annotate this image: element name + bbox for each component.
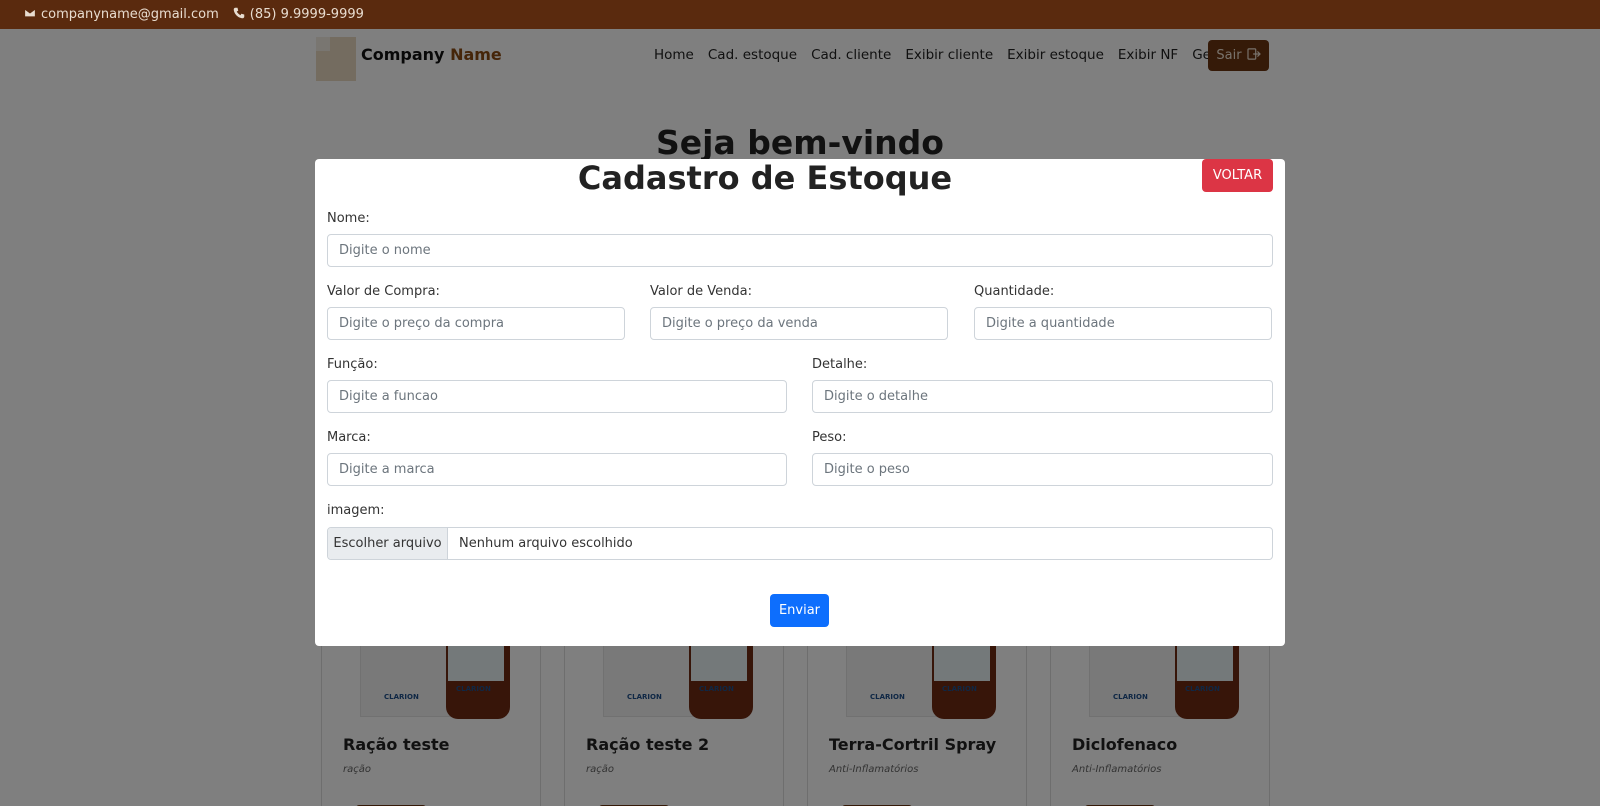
file-status: Nenhum arquivo escolhido <box>459 536 633 551</box>
mail-icon <box>24 7 36 23</box>
phone-icon <box>233 7 245 23</box>
peso-label: Peso: <box>812 430 847 445</box>
peso-input[interactable] <box>812 453 1273 486</box>
marca-label: Marca: <box>327 430 371 445</box>
valor-compra-label: Valor de Compra: <box>327 284 440 299</box>
top-contact-bar: companyname@gmail.com (85) 9.9999-9999 <box>0 0 1600 29</box>
valor-venda-input[interactable] <box>650 307 948 340</box>
funcao-label: Função: <box>327 357 378 372</box>
detalhe-input[interactable] <box>812 380 1273 413</box>
modal-title: Cadastro de Estoque <box>577 159 953 197</box>
valor-compra-input[interactable] <box>327 307 625 340</box>
funcao-input[interactable] <box>327 380 787 413</box>
contact-email-text: companyname@gmail.com <box>41 7 219 22</box>
stock-registration-modal: Cadastro de Estoque VOLTAR Nome: Valor d… <box>315 159 1285 646</box>
back-button[interactable]: VOLTAR <box>1202 159 1273 192</box>
quantidade-label: Quantidade: <box>974 284 1055 299</box>
imagem-file-input[interactable]: Escolher arquivo Nenhum arquivo escolhid… <box>327 527 1273 560</box>
nome-label: Nome: <box>327 211 370 226</box>
imagem-label: imagem: <box>327 503 385 518</box>
contact-phone-text: (85) 9.9999-9999 <box>249 7 364 22</box>
contact-phone: (85) 9.9999-9999 <box>233 7 364 23</box>
quantidade-input[interactable] <box>974 307 1272 340</box>
valor-venda-label: Valor de Venda: <box>650 284 752 299</box>
choose-file-button[interactable]: Escolher arquivo <box>328 528 448 559</box>
detalhe-label: Detalhe: <box>812 357 868 372</box>
marca-input[interactable] <box>327 453 787 486</box>
nome-input[interactable] <box>327 234 1273 267</box>
submit-button[interactable]: Enviar <box>770 594 829 627</box>
contact-email: companyname@gmail.com <box>24 7 219 23</box>
